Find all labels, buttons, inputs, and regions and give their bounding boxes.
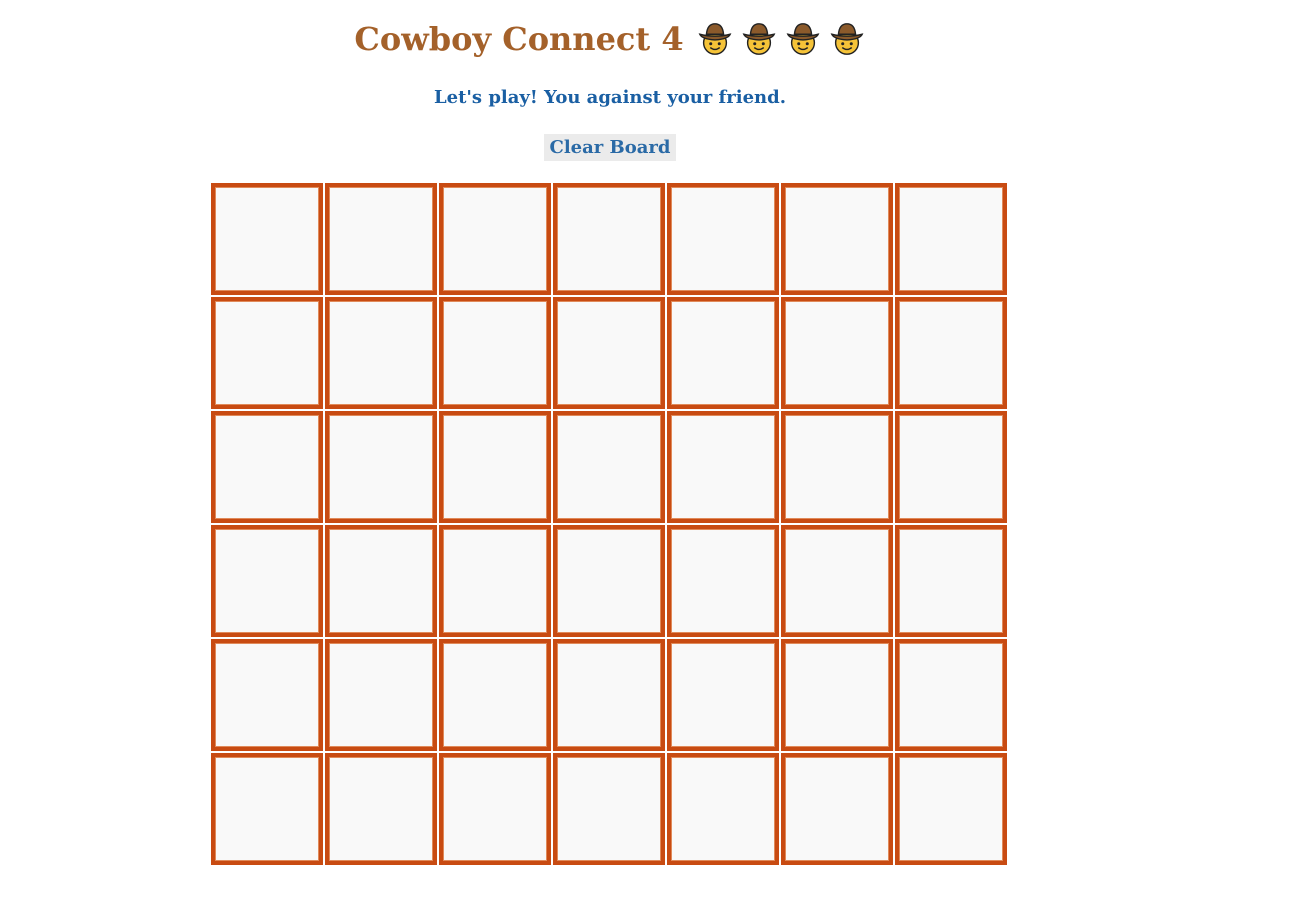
board-cell[interactable] [325,183,437,295]
board-cell[interactable] [325,753,437,865]
board-cell[interactable] [325,411,437,523]
board-cell[interactable] [667,753,779,865]
game-board [211,183,1007,865]
board-cell[interactable] [895,297,1007,409]
board-cell[interactable] [667,411,779,523]
board-cell[interactable] [553,639,665,751]
game-subtitle: Let's play! You against your friend. [433,87,786,108]
game-title: Cowboy Connect 4 [354,14,865,64]
board-cell[interactable] [553,753,665,865]
board-cell[interactable] [895,183,1007,295]
game-title-text: Cowboy Connect 4 [354,20,684,58]
board-cell[interactable] [211,753,323,865]
board-cell[interactable] [781,183,893,295]
board-cell[interactable] [553,411,665,523]
board-cell[interactable] [553,525,665,637]
board-cell[interactable] [325,639,437,751]
board-cell[interactable] [895,411,1007,523]
board-cell[interactable] [781,411,893,523]
board-cell[interactable] [667,183,779,295]
title-row: Cowboy Connect 4 [0,14,1220,64]
board-cell[interactable] [781,525,893,637]
board-cell[interactable] [211,183,323,295]
board-cell[interactable] [211,639,323,751]
clear-board-button[interactable]: Clear Board [543,134,677,161]
board-cell[interactable] [439,411,551,523]
clear-button-container: Clear Board [0,134,1220,161]
board-cell[interactable] [553,297,665,409]
board-cell[interactable] [211,297,323,409]
board-cell[interactable] [667,639,779,751]
board-cell[interactable] [325,525,437,637]
board-cell[interactable] [439,753,551,865]
board-cell[interactable] [211,411,323,523]
board-cell[interactable] [781,297,893,409]
cowboy-face-icon [698,23,731,55]
board-cell[interactable] [781,639,893,751]
board-cell[interactable] [553,183,665,295]
board-cell[interactable] [439,297,551,409]
board-cell[interactable] [895,753,1007,865]
board-cell[interactable] [667,297,779,409]
cowboy-face-icon [786,23,819,55]
cowboy-face-icon [830,23,863,55]
board-cell[interactable] [325,297,437,409]
board-cell[interactable] [211,525,323,637]
board-cell[interactable] [895,639,1007,751]
board-cell[interactable] [439,525,551,637]
board-cell[interactable] [439,183,551,295]
board-cell[interactable] [781,753,893,865]
board-cell[interactable] [439,639,551,751]
board-cell[interactable] [667,525,779,637]
board-cell[interactable] [895,525,1007,637]
cowboy-face-icon [742,23,775,55]
cowboy-emoji-group [690,20,866,58]
